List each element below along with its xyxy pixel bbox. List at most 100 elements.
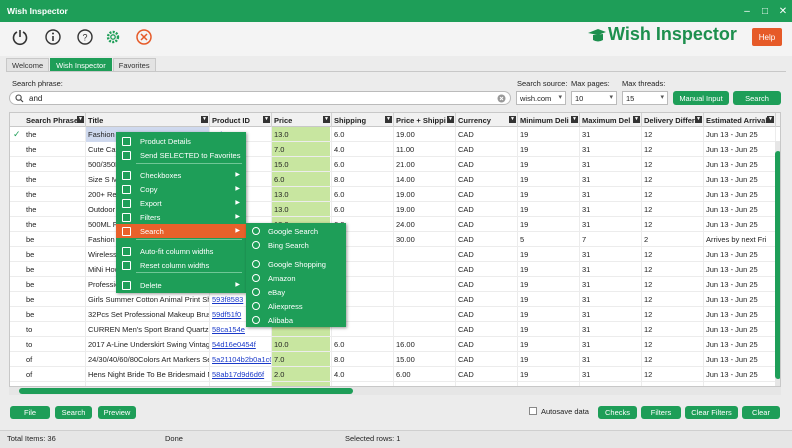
delete-icon (122, 281, 131, 290)
menu-item-checkboxes[interactable]: Checkboxes ▶ (116, 168, 246, 182)
submenu-item-aliexpress[interactable]: Aliexpress (246, 299, 346, 313)
manual-input-button[interactable]: Manual Input (673, 91, 729, 105)
filter-icon[interactable]: ▼ (385, 116, 392, 123)
table-row[interactable]: be 32Pcs Set Professional Makeup Brush 59d… (10, 307, 780, 322)
table-cell: CAD (456, 307, 518, 322)
tab-wish-inspector[interactable]: Wish Inspector (50, 58, 112, 71)
table-cell: 8.0 (332, 352, 394, 367)
column-header[interactable]: Shipping ▼ (332, 113, 394, 127)
menu-item-delete[interactable]: Delete ▶ (116, 278, 246, 292)
stop-icon[interactable] (135, 28, 153, 46)
column-header[interactable]: Price + Shippi ▼ (394, 113, 456, 127)
clear-filters-button[interactable]: Clear Filters (685, 406, 738, 419)
filter-icon[interactable]: ▼ (323, 116, 330, 123)
menu-item-product-details[interactable]: Product Details (116, 134, 246, 148)
menu-item-auto-fit-column-widths[interactable]: Auto-fit column widths (116, 244, 246, 258)
help-button[interactable]: Help (752, 28, 782, 46)
column-header[interactable]: Title ▼ (86, 113, 210, 127)
column-header[interactable]: Search Phrase ▼ (24, 113, 86, 127)
info-icon[interactable] (44, 28, 62, 46)
column-header[interactable]: Currency ▼ (456, 113, 518, 127)
column-header[interactable]: Estimated Arrival ▼ (704, 113, 776, 127)
table-cell: 31 (580, 352, 642, 367)
bottom-search-button[interactable]: Search (55, 406, 92, 419)
menu-item-filters[interactable]: Filters ▶ (116, 210, 246, 224)
submenu-arrow-icon: ▶ (235, 282, 240, 288)
table-cell[interactable]: 58ab17d9d6d6f (210, 367, 272, 382)
filter-icon[interactable]: ▼ (695, 116, 702, 123)
table-cell[interactable]: 5a21104b2b0a1c0 (210, 352, 272, 367)
filter-icon[interactable]: ▼ (447, 116, 454, 123)
power-icon[interactable] (11, 28, 29, 46)
submenu-item-bing-search[interactable]: Bing Search (246, 238, 346, 252)
max-pages-label: Max pages: (571, 79, 610, 88)
submenu-item-google-search[interactable]: Google Search (246, 224, 346, 238)
table-row[interactable]: of 24/30/40/60/80Colors Art Markers Se 5a2… (10, 352, 780, 367)
column-header[interactable]: Minimum Deli ▼ (518, 113, 580, 127)
filter-icon[interactable]: ▼ (571, 116, 578, 123)
max-threads-select[interactable]: 15 ▾ (622, 91, 668, 105)
close-window-button[interactable]: ✕ (774, 0, 792, 22)
checks-button[interactable]: Checks (598, 406, 637, 419)
horizontal-scrollbar[interactable] (9, 387, 781, 395)
tab-favorites[interactable]: Favorites (112, 58, 156, 71)
google-icon (252, 260, 260, 268)
tab-welcome[interactable]: Welcome (6, 58, 50, 71)
table-cell: 24/30/40/60/80Colors Art Markers Se (86, 352, 210, 367)
preview-button[interactable]: Preview (98, 406, 136, 419)
column-header[interactable]: Price ▼ (272, 113, 332, 127)
search-source-select[interactable]: wish.com ▾ (516, 91, 566, 105)
file-button[interactable]: File (10, 406, 50, 419)
clear-search-icon[interactable] (497, 94, 506, 103)
filter-icon[interactable]: ▼ (201, 116, 208, 123)
row-check-icon[interactable]: ✓ (13, 129, 21, 140)
chevron-down-icon: ▾ (558, 94, 562, 101)
autofit-icon (122, 247, 131, 256)
vertical-scrollbar[interactable] (775, 141, 780, 386)
table-cell: 6.0 (332, 337, 394, 352)
star-icon (122, 151, 131, 160)
menu-item-copy[interactable]: Copy ▶ (116, 182, 246, 196)
menu-item-send-selected-to-favorites[interactable]: Send SELECTED to Favorites (116, 148, 246, 162)
filter-icon[interactable]: ▼ (509, 116, 516, 123)
table-row[interactable]: of Hens Night Bride To Be Bridesmaid M 58a… (10, 367, 780, 382)
settings-gear-icon[interactable] (104, 28, 122, 46)
table-cell: CAD (456, 187, 518, 202)
table-cell: 4.0 (332, 367, 394, 382)
table-row[interactable]: to CURREN Men's Sport Brand Quartz W 58ca1… (10, 322, 780, 337)
table-cell: Jun 13 - Jun 25 (704, 337, 776, 352)
table-row[interactable]: be Girls Summer Cotton Animal Print Sh 593… (10, 292, 780, 307)
help-icon[interactable]: ? (76, 28, 94, 46)
column-header[interactable]: Product ID ▼ (210, 113, 272, 127)
filter-icon[interactable]: ▼ (633, 116, 640, 123)
column-header[interactable]: Maximum Del ▼ (580, 113, 642, 127)
clear-button[interactable]: Clear (742, 406, 780, 419)
table-row[interactable]: to 2017 A-Line Underskirt Swing Vintage 54… (10, 337, 780, 352)
table-cell[interactable]: 54d16e0454f (210, 337, 272, 352)
filter-icon[interactable]: ▼ (77, 116, 84, 123)
autosave-checkbox[interactable] (529, 407, 537, 415)
table-cell: 6.0 (332, 127, 394, 142)
table-cell: 12 (642, 142, 704, 157)
menu-item-reset-column-widths[interactable]: Reset column widths (116, 258, 246, 272)
table-cell: 2017 A-Line Underskirt Swing Vintage (86, 337, 210, 352)
column-header[interactable]: Delivery Differ ▼ (642, 113, 704, 127)
max-pages-select[interactable]: 10 ▾ (571, 91, 617, 105)
minimize-button[interactable]: – (738, 0, 756, 22)
filters-button[interactable]: Filters (641, 406, 681, 419)
submenu-item-ebay[interactable]: eBay (246, 285, 346, 299)
doc-icon (122, 137, 131, 146)
total-items: Total Items: 36 (7, 434, 56, 443)
submenu-item-alibaba[interactable]: Alibaba (246, 313, 346, 327)
filter-icon[interactable]: ▼ (767, 116, 774, 123)
table-cell: Jun 13 - Jun 25 (704, 142, 776, 157)
submenu-item-amazon[interactable]: Amazon (246, 271, 346, 285)
search-phrase-input[interactable]: and (9, 91, 511, 105)
table-cell: 10.0 (272, 337, 332, 352)
filter-icon[interactable]: ▼ (263, 116, 270, 123)
menu-item-export[interactable]: Export ▶ (116, 196, 246, 210)
submenu-item-google-shopping[interactable]: Google Shopping (246, 257, 346, 271)
maximize-button[interactable]: □ (756, 0, 774, 22)
search-button[interactable]: Search (733, 91, 781, 105)
menu-item-search[interactable]: Search ▶ (116, 224, 246, 238)
